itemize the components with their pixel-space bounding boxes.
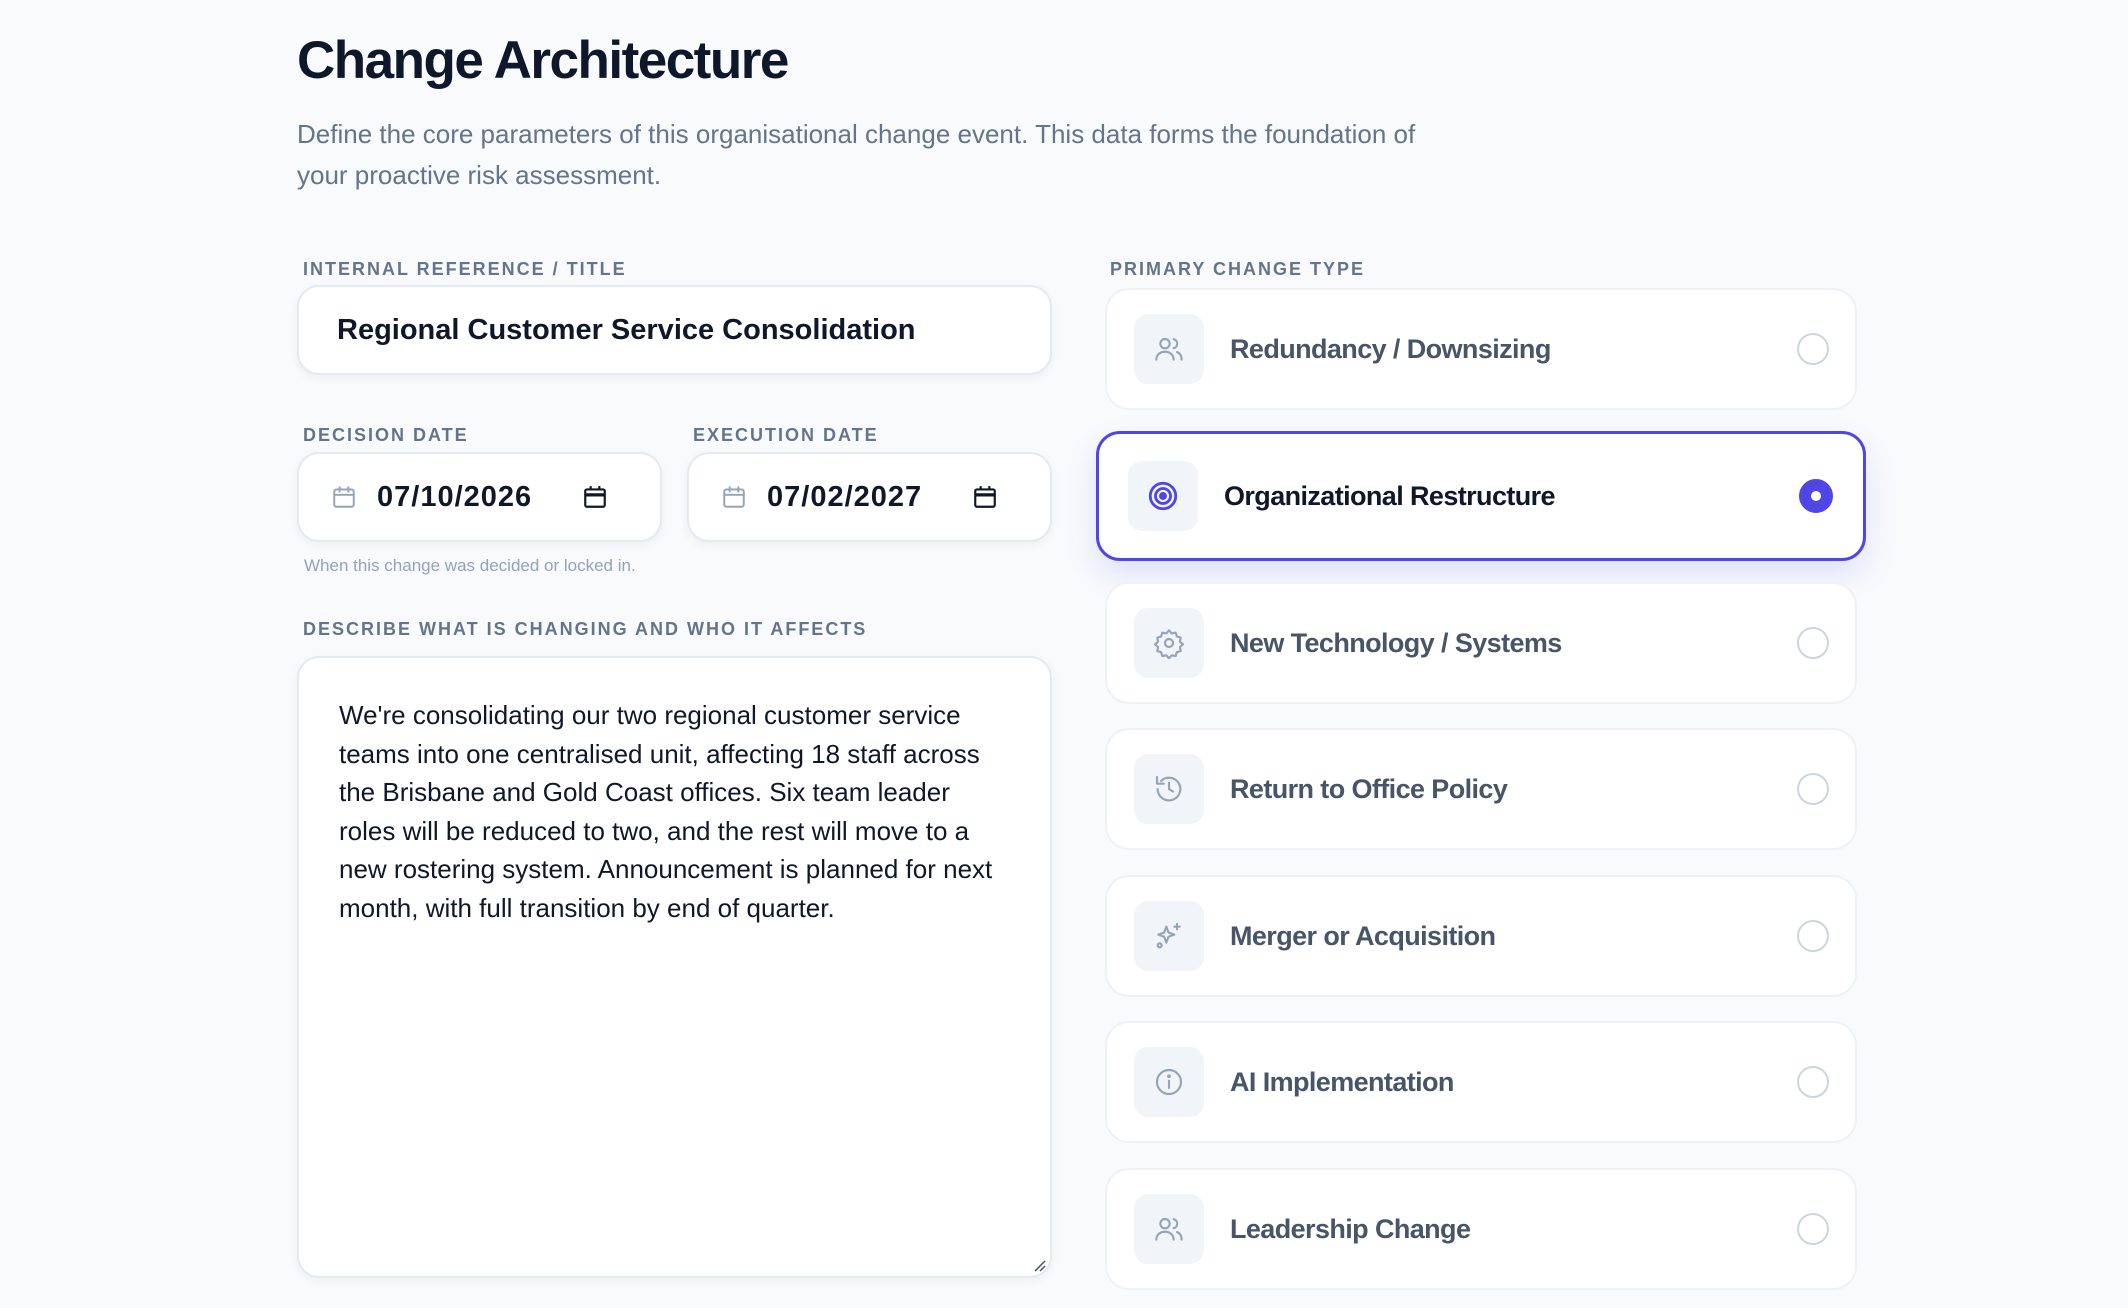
description-label: DESCRIBE WHAT IS CHANGING AND WHO IT AFF… [303,619,868,639]
title-field-label: INTERNAL REFERENCE / TITLE [303,259,627,279]
option-label: Merger or Acquisition [1230,920,1496,951]
target-icon [1128,461,1198,531]
option-label: New Technology / Systems [1230,627,1562,658]
radio-button-selected[interactable] [1799,479,1833,513]
description-textarea[interactable]: We're consolidating our two regional cus… [297,656,1052,1278]
change-type-option-leadership[interactable]: Leadership Change [1105,1168,1857,1290]
change-type-option-ai[interactable]: AI Implementation [1105,1021,1857,1143]
change-type-option-restructure[interactable]: Organizational Restructure [1096,431,1866,561]
change-type-option-merger[interactable]: Merger or Acquisition [1105,875,1857,997]
change-type-option-return-to-office[interactable]: Return to Office Policy [1105,728,1857,850]
users-icon [1134,314,1204,384]
decision-date-value: 07/10/2026 [377,480,533,513]
calendar-icon [721,484,747,510]
gear-icon [1134,608,1204,678]
resize-handle-icon[interactable] [1030,1256,1046,1272]
option-label: Return to Office Policy [1230,773,1508,804]
radio-button[interactable] [1797,1066,1829,1098]
radio-button[interactable] [1797,920,1829,952]
radio-button[interactable] [1797,627,1829,659]
page-subtitle: Define the core parameters of this organ… [297,119,1416,190]
radio-button[interactable] [1797,1213,1829,1245]
users-icon [1134,1194,1204,1264]
radio-button[interactable] [1797,333,1829,365]
calendar-picker-icon[interactable] [582,484,608,510]
description-text: We're consolidating our two regional cus… [339,700,993,923]
decision-date-label: DECISION DATE [303,425,469,445]
sparkles-icon [1134,901,1204,971]
option-label: Organizational Restructure [1224,480,1556,511]
change-type-option-redundancy[interactable]: Redundancy / Downsizing [1105,288,1857,410]
execution-date-input[interactable]: 07/02/2027 [687,452,1052,542]
page-title: Change Architecture [297,31,789,90]
decision-date-hint: When this change was decided or locked i… [304,556,636,575]
info-icon [1134,1047,1204,1117]
radio-button[interactable] [1797,773,1829,805]
execution-date-value: 07/02/2027 [767,480,923,513]
calendar-icon [331,484,357,510]
execution-date-label: EXECUTION DATE [693,425,879,445]
option-label: Redundancy / Downsizing [1230,333,1551,364]
option-label: Leadership Change [1230,1213,1471,1244]
title-input[interactable]: Regional Customer Service Consolidation [297,285,1052,375]
change-type-label: PRIMARY CHANGE TYPE [1110,259,1366,279]
calendar-picker-icon[interactable] [972,484,998,510]
decision-date-input[interactable]: 07/10/2026 [297,452,662,542]
history-icon [1134,754,1204,824]
option-label: AI Implementation [1230,1066,1454,1097]
change-type-option-technology[interactable]: New Technology / Systems [1105,582,1857,704]
